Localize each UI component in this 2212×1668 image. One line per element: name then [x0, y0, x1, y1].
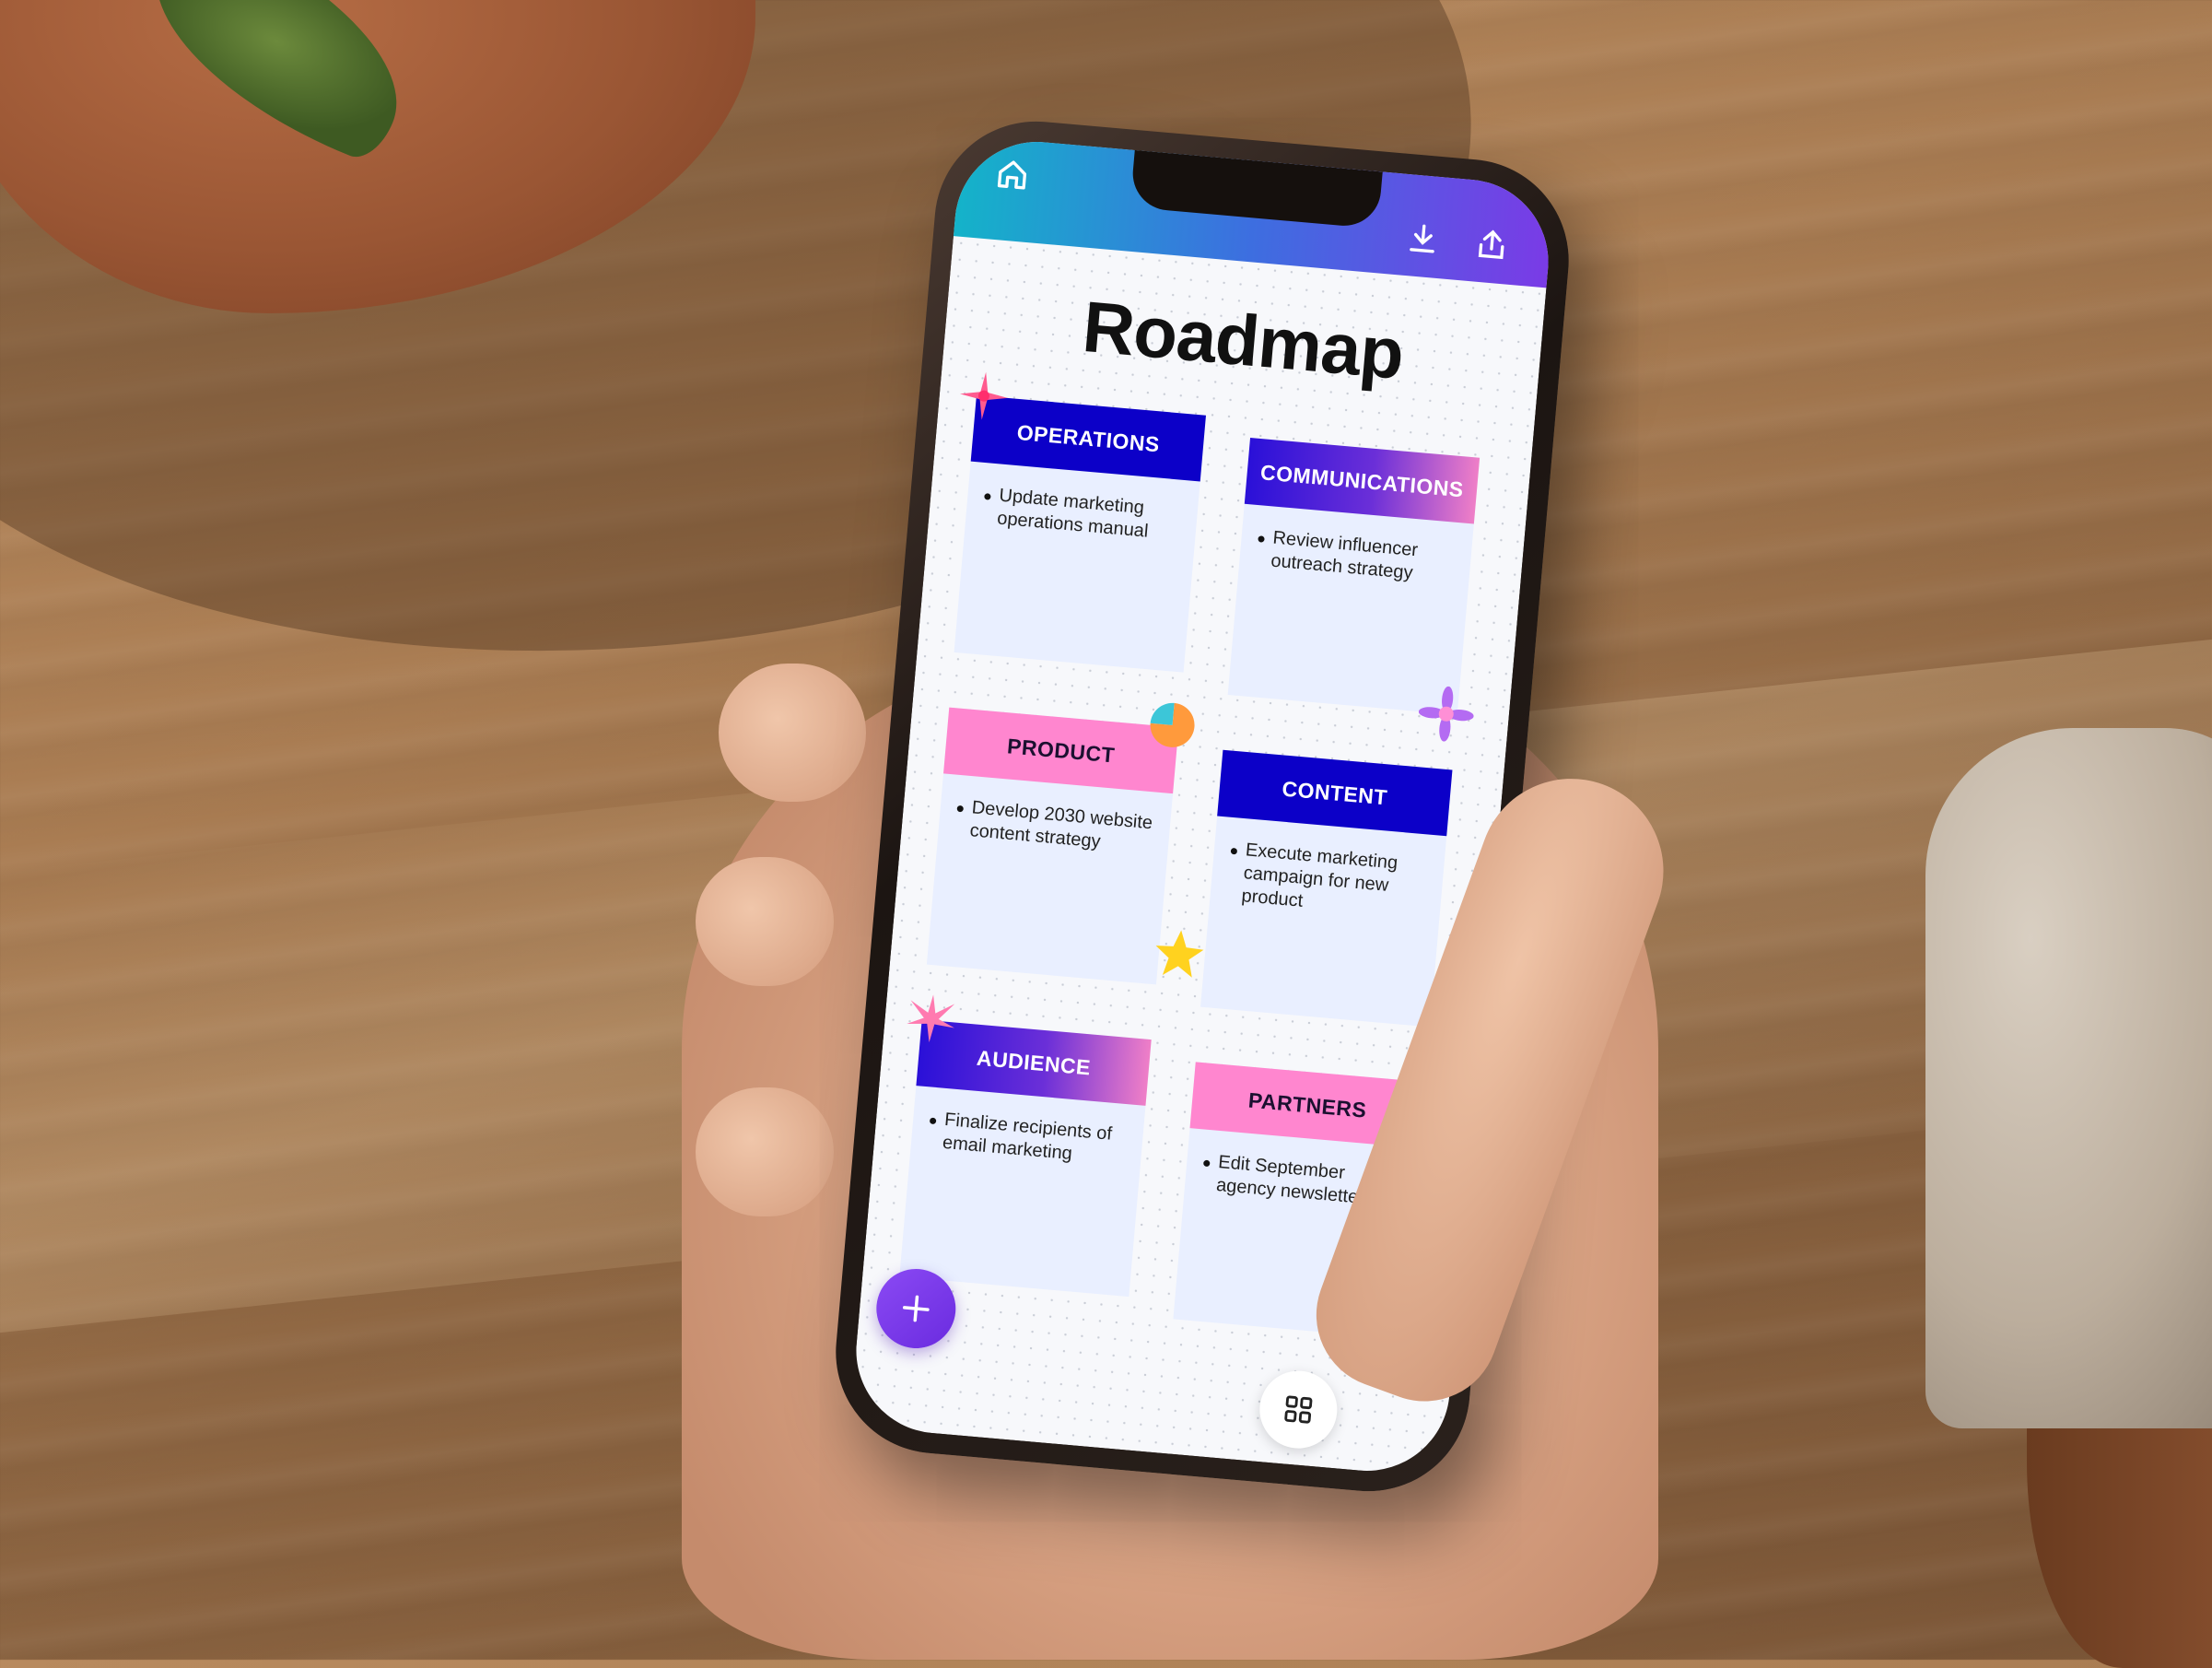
- finger: [719, 664, 866, 802]
- sparkle-sticker: [960, 371, 1008, 420]
- plus-icon: [902, 1295, 930, 1322]
- roadmap-card[interactable]: PRODUCT Develop 2030 website content str…: [926, 707, 1179, 985]
- roadmap-card[interactable]: OPERATIONS Update marketing operations m…: [954, 394, 1206, 673]
- roadmap-card[interactable]: CONTENT Execute marketing campaign for n…: [1200, 749, 1453, 1028]
- roadmap-card[interactable]: COMMUNICATIONS Review influencer outreac…: [1227, 438, 1481, 715]
- grid-view-button[interactable]: [1256, 1368, 1340, 1452]
- page-title: Roadmap: [1079, 285, 1407, 394]
- ceramic-mug: [1925, 728, 2212, 1428]
- pie-sticker: [1150, 702, 1195, 747]
- home-icon[interactable]: [985, 147, 1041, 203]
- star-sticker: [1155, 930, 1204, 978]
- finger: [696, 1087, 834, 1216]
- roadmap-card[interactable]: AUDIENCE Finalize recipients of email ma…: [899, 1019, 1152, 1298]
- finger: [696, 857, 834, 986]
- flower-sticker: [1418, 686, 1474, 742]
- share-icon[interactable]: [1464, 217, 1520, 273]
- download-icon[interactable]: [1395, 210, 1451, 266]
- grid-icon: [1284, 1395, 1313, 1424]
- burst-sticker: [907, 994, 955, 1043]
- card-item: Execute marketing campaign for new produ…: [1210, 816, 1447, 924]
